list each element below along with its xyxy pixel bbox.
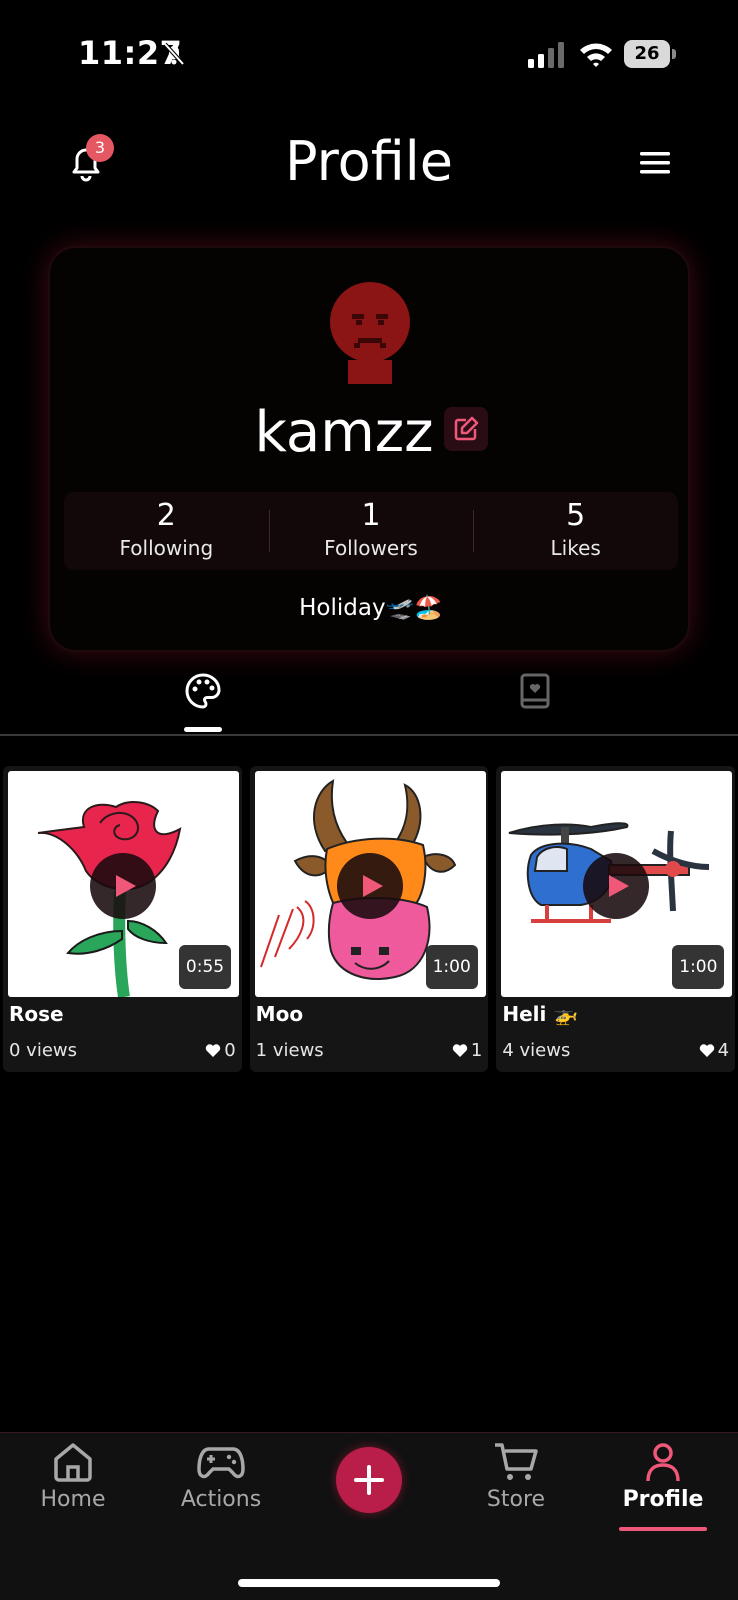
nav-label: Store [486,1487,546,1512]
tab-active-indicator [184,727,222,732]
battery-level: 26 [624,40,670,68]
create-drawing-button[interactable] [336,1447,402,1513]
heart-icon [699,1044,714,1057]
play-button[interactable] [336,853,403,919]
status-bar: 11:27 26 [0,0,738,110]
tab-saved[interactable] [486,660,586,736]
play-button[interactable] [90,853,156,919]
nav-profile[interactable]: Profile [603,1441,723,1531]
drawing-views: 1 views [255,1040,324,1061]
edit-profile-button[interactable] [443,406,488,451]
stat-value: 5 [566,498,586,533]
hamburger-menu-icon[interactable] [640,150,670,176]
nav-label: Profile [622,1487,704,1512]
nav-active-indicator [619,1527,707,1531]
stat-following[interactable]: 2 Following [64,492,269,570]
nav-store[interactable]: Store [456,1441,576,1512]
heart-icon [206,1044,221,1057]
profile-tabs [0,660,738,736]
heart-icon [452,1044,468,1057]
drawing-card[interactable]: 1:00 Heli 🚁 4 views 4 [496,766,736,1072]
stat-followers[interactable]: 1 Followers [268,492,474,570]
drawing-title: Moo [255,1002,304,1026]
duration-badge: 1:00 [425,945,478,989]
cellular-signal-icon [528,42,564,68]
profile-stats: 2 Following 1 Followers 5 Likes [64,492,678,570]
plus-icon [354,1465,384,1495]
drawing-thumbnail[interactable]: 1:00 [501,771,733,997]
duration-badge: 0:55 [179,945,231,989]
stat-value: 1 [361,498,381,533]
user-icon [646,1443,680,1482]
shopping-cart-icon [495,1443,538,1480]
drawing-likes: 4 [699,1040,729,1061]
play-button[interactable] [583,853,650,919]
stat-label: Likes [550,536,601,560]
play-icon [116,875,136,897]
profile-bio: Holiday🛫🏖️ [299,595,443,621]
drawing-card[interactable]: 0:55 Rose 0 views 0 [3,766,242,1072]
username-row: kamzz [50,400,692,472]
drawing-views: 4 views [502,1040,571,1061]
bell-slash-icon [163,42,185,66]
saved-book-icon [520,673,550,709]
edit-pencil-icon [454,416,478,440]
drawing-thumbnail[interactable]: 1:00 [254,771,486,997]
bottom-navigation: Home Actions Store Profile [0,1432,738,1600]
gamepad-icon [197,1447,245,1479]
profile-card: kamzz 2 Following 1 Followers 5 Likes Ho… [48,246,690,652]
nav-label: Home [40,1487,106,1512]
stat-likes: 5 Likes [473,492,678,570]
home-indicator[interactable] [238,1579,500,1587]
tab-drawings[interactable] [152,660,252,736]
drawing-thumbnail[interactable]: 0:55 [8,771,239,997]
battery-indicator: 26 [624,40,676,68]
palette-icon [185,673,221,709]
drawing-likes: 1 [452,1040,482,1061]
battery-tip [672,49,676,59]
drawing-card[interactable]: 1:00 Moo 1 views 1 [249,766,489,1072]
duration-badge: 1:00 [672,945,725,989]
stat-label: Following [119,536,214,560]
wifi-icon [580,43,612,67]
nav-actions[interactable]: Actions [161,1441,281,1512]
like-count: 1 [470,1040,483,1061]
avatar[interactable] [324,280,416,384]
drawings-grid: 0:55 Rose 0 views 0 1:00 Moo 1 views 1 1… [3,766,736,1072]
drawing-title: Rose [9,1002,64,1026]
page-title: Profile [285,130,453,193]
nav-home[interactable]: Home [13,1441,133,1512]
stat-value: 2 [156,498,176,533]
home-icon [54,1443,92,1482]
drawing-likes: 0 [205,1040,236,1061]
like-count: 4 [717,1040,730,1061]
play-icon [609,875,630,897]
play-icon [362,875,383,897]
username: kamzz [254,400,434,465]
like-count: 0 [224,1040,236,1061]
drawing-title: Heli 🚁 [502,1002,579,1026]
nav-label: Actions [180,1487,262,1512]
drawing-views: 0 views [9,1040,78,1061]
header: 3 Profile [0,120,738,210]
stat-label: Followers [324,536,418,560]
